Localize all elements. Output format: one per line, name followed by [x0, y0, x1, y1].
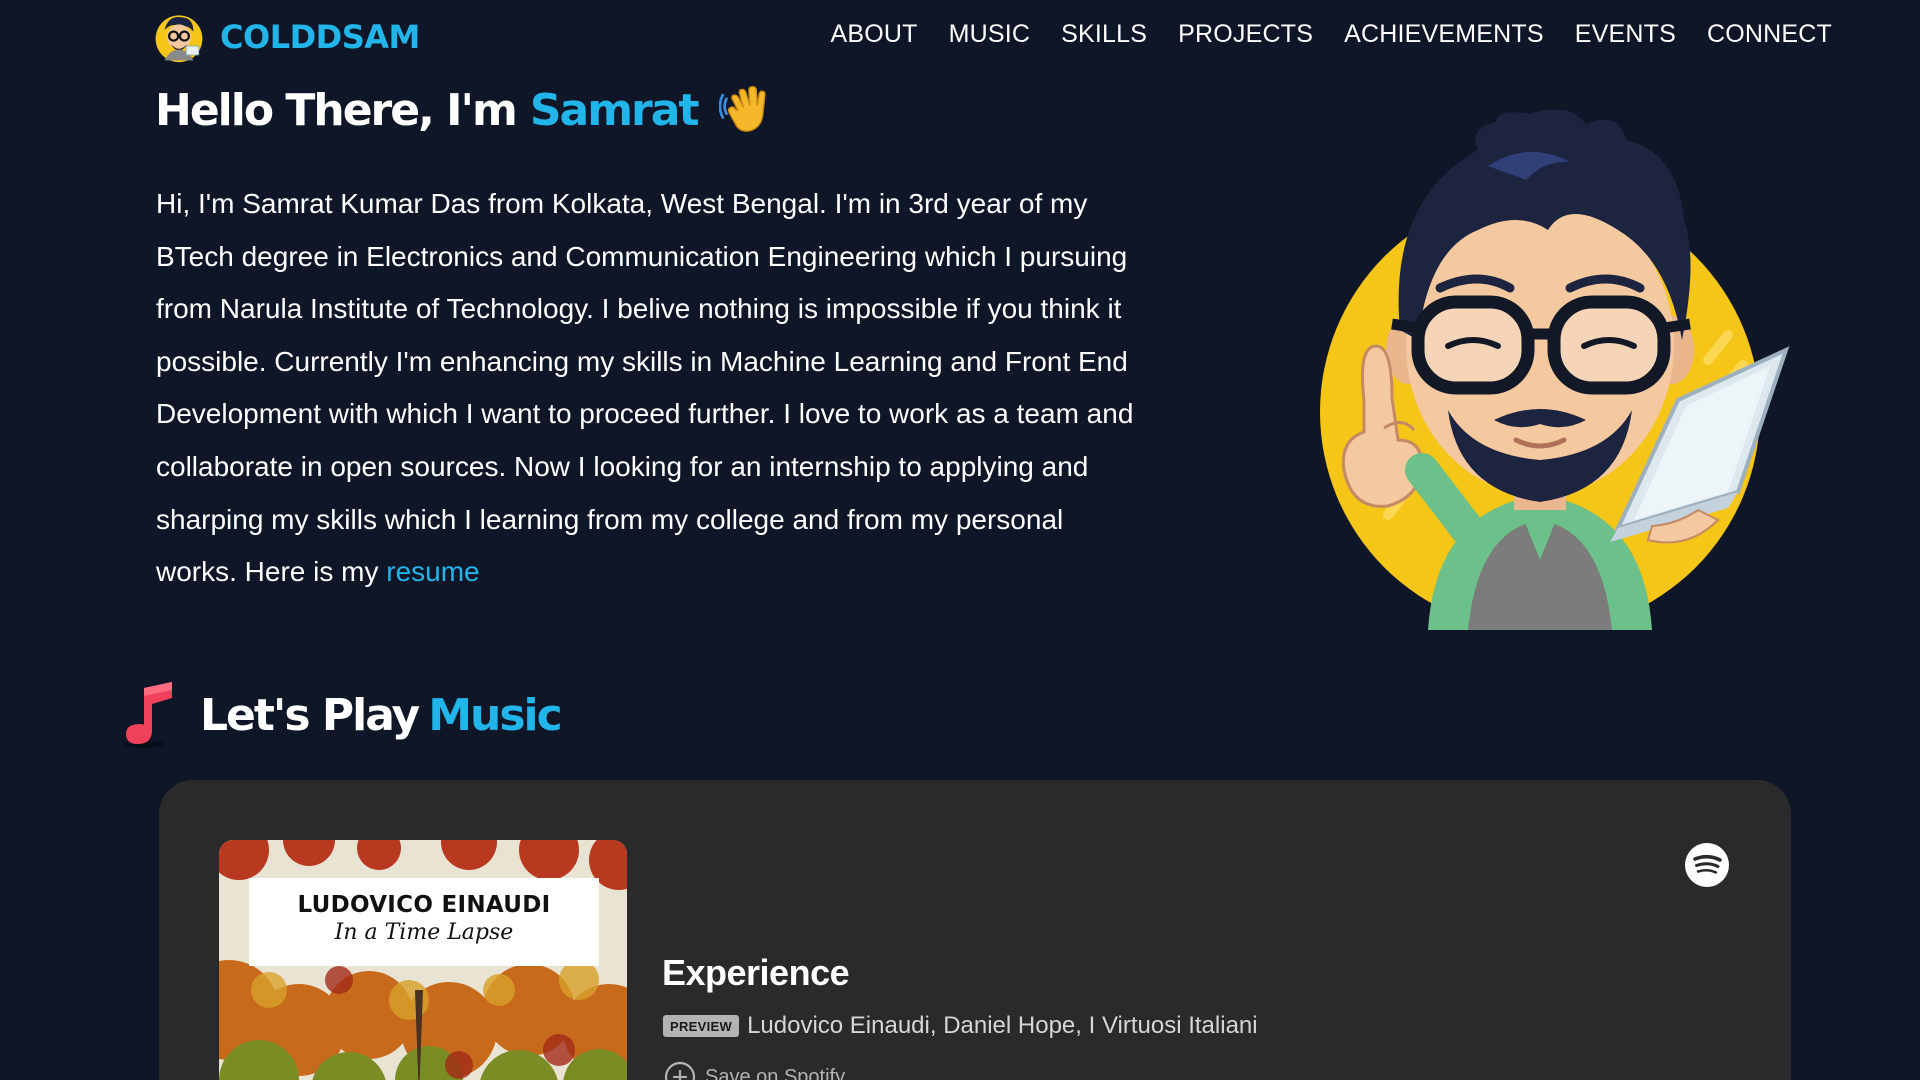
- nav-item-projects[interactable]: PROJECTS: [1178, 20, 1313, 48]
- album-artist: LUDOVICO EINAUDI: [297, 892, 551, 918]
- cartoon-avatar-illustration: [1320, 110, 1790, 630]
- nav-item-connect[interactable]: CONNECT: [1707, 20, 1832, 48]
- spotify-player[interactable]: LUDOVICO EINAUDI In a Time Lapse Experie…: [159, 780, 1791, 1080]
- hero-bio: Hi, I'm Samrat Kumar Das from Kolkata, W…: [156, 178, 1146, 599]
- preview-badge: PREVIEW: [663, 1015, 740, 1037]
- hero-name: Samrat: [529, 84, 700, 136]
- add-circle-icon: [664, 1061, 696, 1080]
- nav-item-music[interactable]: MUSIC: [949, 20, 1031, 48]
- brand-link[interactable]: COLDDSAM: [152, 10, 420, 64]
- music-note-icon: [124, 682, 172, 748]
- resume-link[interactable]: resume: [386, 556, 479, 587]
- bio-text: Hi, I'm Samrat Kumar Das from Kolkata, W…: [156, 188, 1134, 588]
- album-title: In a Time Lapse: [334, 920, 514, 945]
- nav-item-achievements[interactable]: ACHIEVEMENTS: [1344, 20, 1544, 48]
- nav-item-about[interactable]: ABOUT: [830, 20, 917, 48]
- music-heading-accent: Music: [428, 689, 562, 741]
- hero-greeting: Hello There, I'm: [155, 84, 518, 136]
- portfolio-page: COLDDSAM ABOUT MUSIC SKILLS PROJECTS ACH…: [0, 0, 1920, 1080]
- brand-name: COLDDSAM: [220, 18, 420, 56]
- brand-avatar-icon: [155, 15, 203, 63]
- album-cover: LUDOVICO EINAUDI In a Time Lapse: [219, 840, 627, 1080]
- save-on-spotify-label: Save on Spotify: [705, 1065, 846, 1080]
- nav-menu: ABOUT MUSIC SKILLS PROJECTS ACHIEVEMENTS…: [830, 20, 1832, 49]
- track-meta: PREVIEW Ludovico Einaudi, Daniel Hope, I…: [663, 1012, 1258, 1040]
- spotify-icon[interactable]: [1684, 842, 1730, 888]
- hero-title: Hello There, I'm Samrat: [155, 82, 775, 138]
- track-title[interactable]: Experience: [662, 952, 850, 994]
- music-heading: Let's Play Music: [122, 680, 563, 750]
- music-heading-prefix: Let's Play: [200, 689, 420, 741]
- album-label: LUDOVICO EINAUDI In a Time Lapse: [249, 878, 599, 966]
- waving-hand-icon: [719, 85, 767, 132]
- navbar: COLDDSAM ABOUT MUSIC SKILLS PROJECTS ACH…: [0, 0, 1920, 78]
- nav-item-skills[interactable]: SKILLS: [1061, 20, 1147, 48]
- track-artists[interactable]: Ludovico Einaudi, Daniel Hope, I Virtuos…: [747, 1012, 1258, 1040]
- save-on-spotify-button[interactable]: Save on Spotify: [663, 1060, 845, 1080]
- nav-item-events[interactable]: EVENTS: [1575, 20, 1676, 48]
